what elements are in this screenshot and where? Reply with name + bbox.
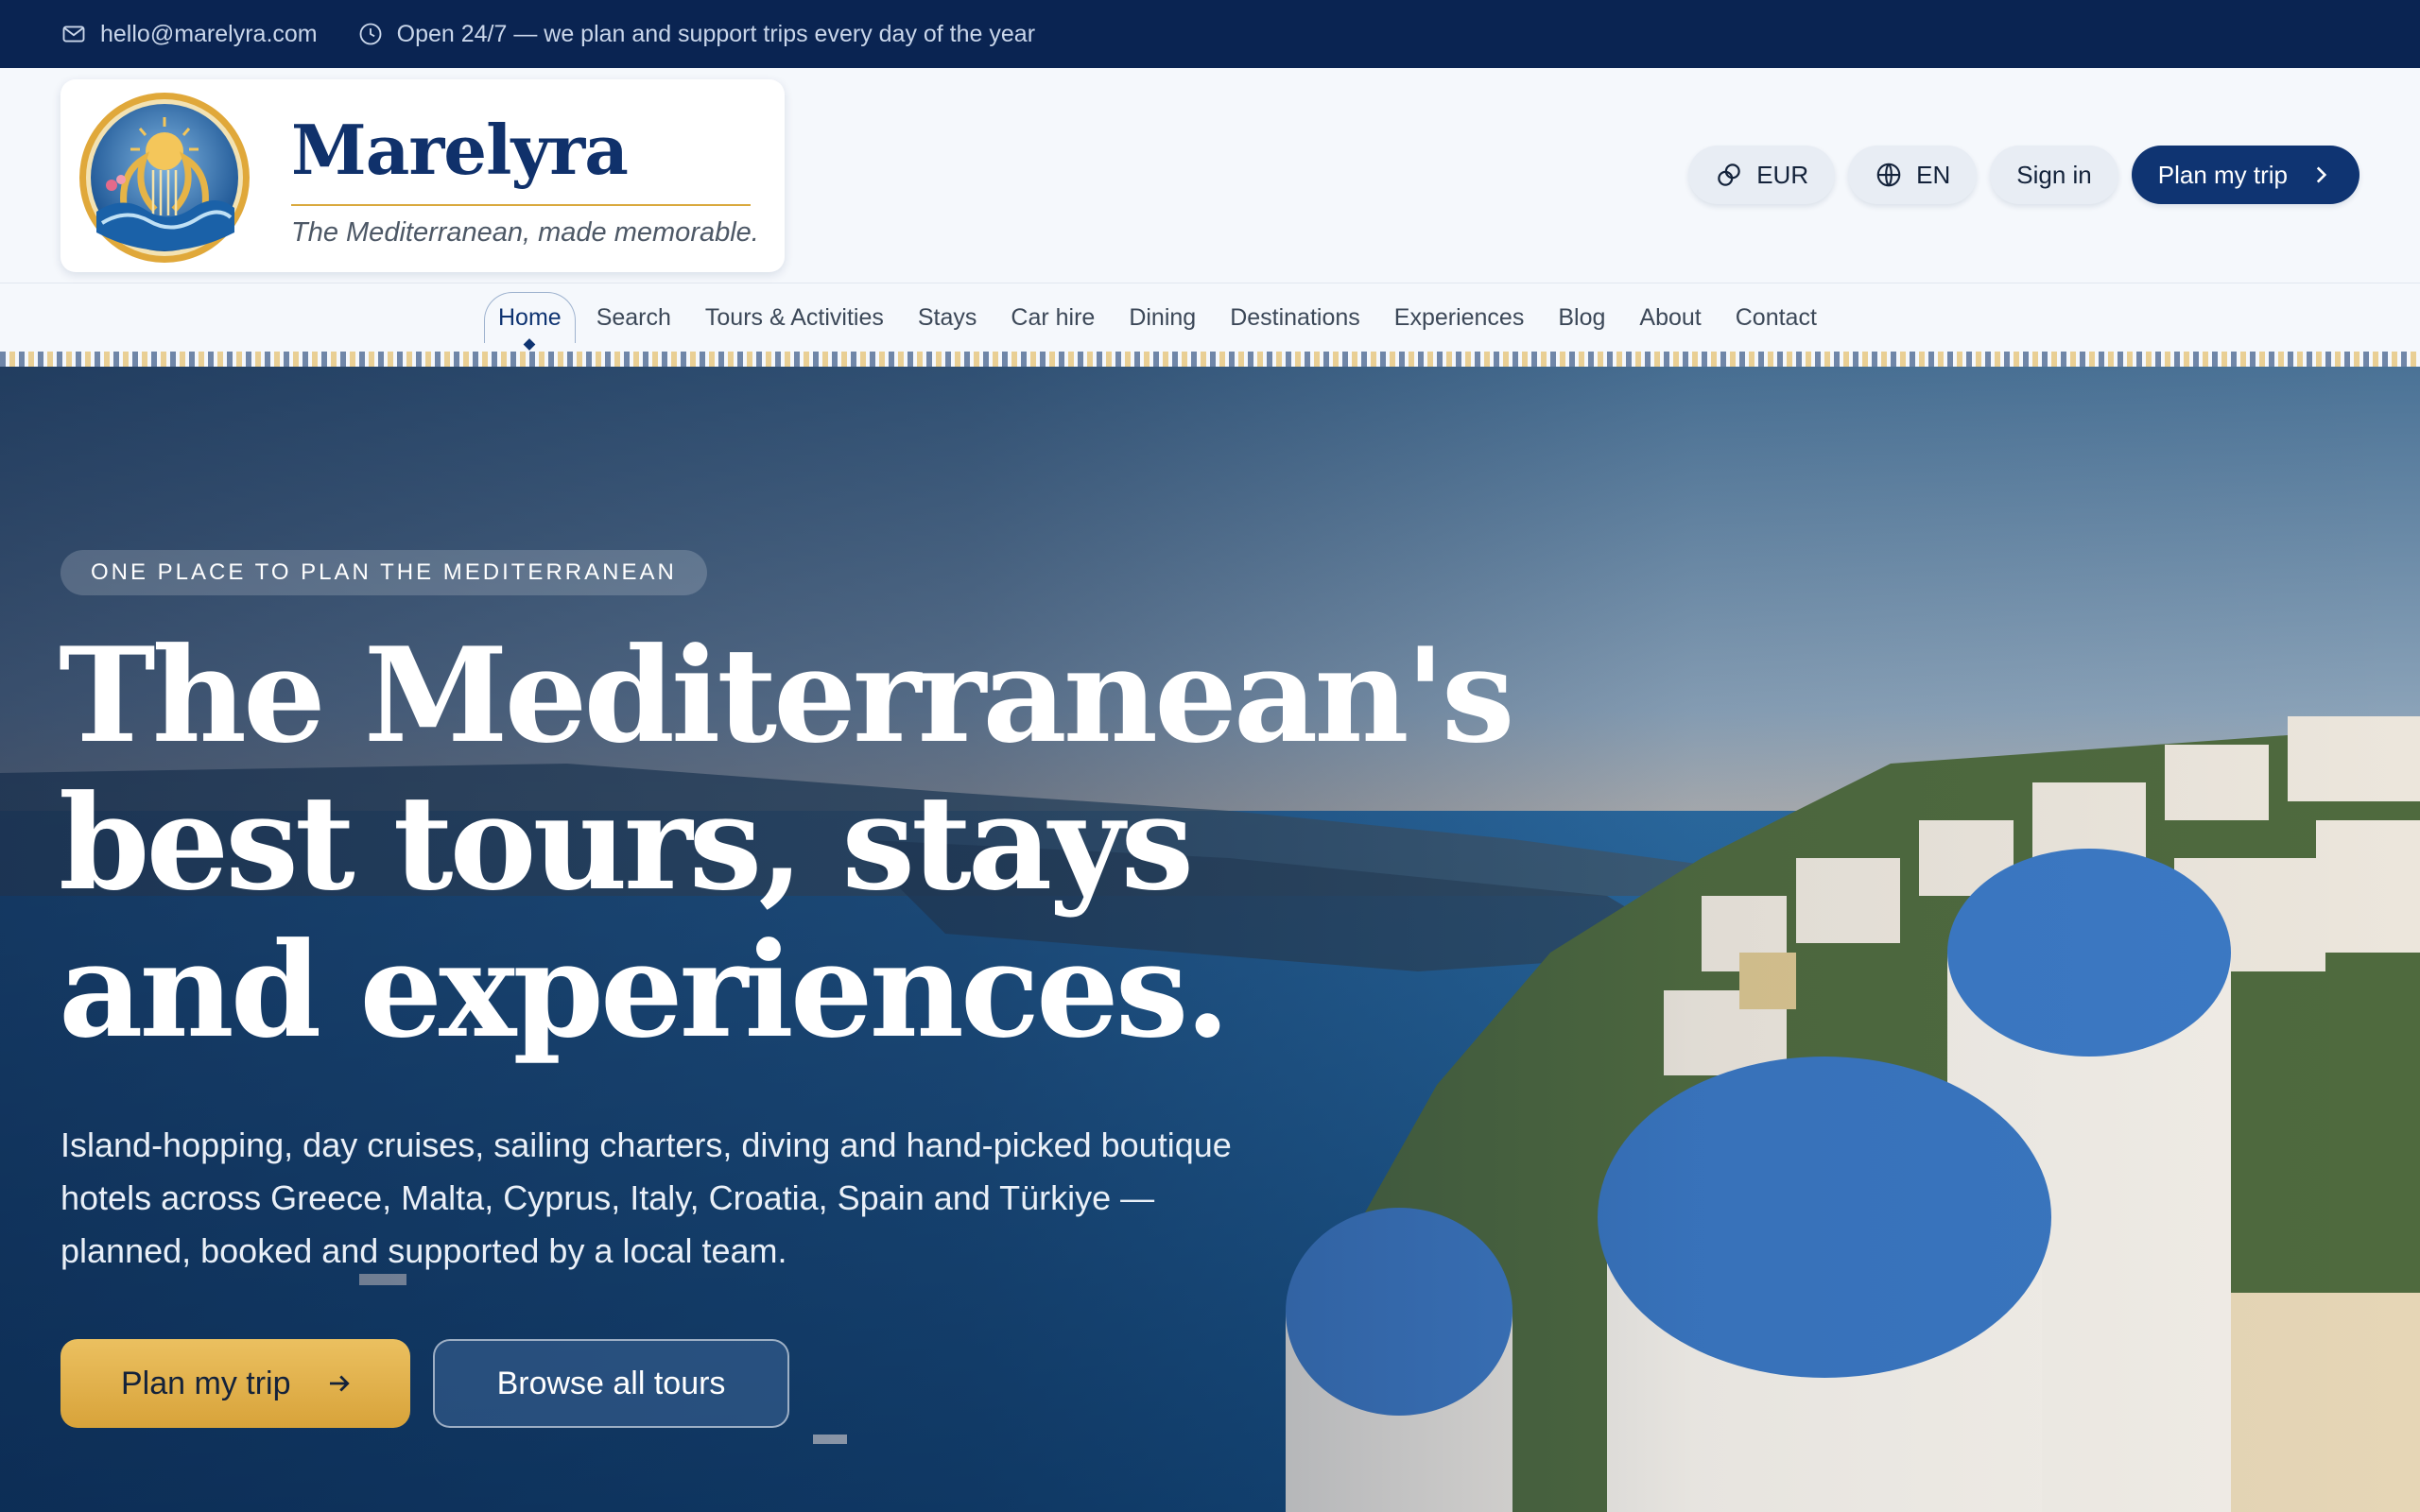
clock-icon: [357, 21, 384, 47]
contact-email[interactable]: hello@marelyra.com: [60, 21, 318, 48]
lede-line-2: hotels across Greece, Malta, Cyprus, Ita…: [60, 1178, 1155, 1217]
lede-line-3: planned, booked and supported by a local…: [60, 1231, 787, 1270]
brand-tagline: The Mediterranean, made memorable.: [291, 217, 759, 248]
hero-eyebrow: ONE PLACE TO PLAN THE MEDITERRANEAN: [60, 550, 707, 595]
currency-exchange-icon: [1715, 161, 1743, 189]
arrow-right-icon: [325, 1369, 354, 1398]
nav-experiences[interactable]: Experiences: [1394, 304, 1525, 332]
language-label: EN: [1916, 160, 1951, 189]
brand-logo[interactable]: [78, 91, 251, 265]
header-actions: EUR EN Sign in Plan my trip: [1675, 146, 2360, 204]
site-header: Marelyra The Mediterranean, made memorab…: [0, 68, 2420, 284]
nav-contact[interactable]: Contact: [1736, 304, 1817, 332]
lede-line-1: Island-hopping, day cruises, sailing cha…: [60, 1125, 1232, 1164]
nav-stays[interactable]: Stays: [918, 304, 977, 332]
brand-name[interactable]: Marelyra: [291, 110, 629, 190]
chevron-right-icon: [2308, 163, 2333, 187]
nav-search[interactable]: Search: [596, 304, 671, 332]
nav-home[interactable]: Home: [484, 292, 576, 343]
hours-text: Open 24/7 — we plan and support trips ev…: [396, 20, 1036, 47]
nav-car-hire[interactable]: Car hire: [1011, 304, 1095, 332]
plan-my-trip-label: Plan my trip: [2157, 160, 2288, 189]
plan-my-trip-header-button[interactable]: Plan my trip: [2131, 146, 2360, 204]
opening-hours: Open 24/7 — we plan and support trips ev…: [357, 21, 1035, 48]
headline-line-1: The Mediterranean's: [59, 618, 1515, 772]
language-selector[interactable]: EN: [1848, 146, 1978, 204]
headline-line-2: best tours, stays: [59, 765, 1194, 919]
nav-tours-activities[interactable]: Tours & Activities: [705, 304, 884, 332]
top-info-bar: hello@marelyra.com Open 24/7 — we plan a…: [0, 0, 2420, 68]
globe-icon: [1875, 161, 1903, 189]
plan-my-trip-hero-button[interactable]: Plan my trip: [60, 1339, 410, 1428]
nav-blog[interactable]: Blog: [1558, 304, 1605, 332]
browse-all-tours-button[interactable]: Browse all tours: [433, 1339, 789, 1428]
sign-in-button[interactable]: Sign in: [1990, 146, 2118, 204]
main-nav: Home Search Tours & Activities Stays Car…: [0, 284, 2420, 352]
email-text[interactable]: hello@marelyra.com: [100, 21, 318, 48]
currency-label: EUR: [1756, 160, 1809, 189]
nav-about[interactable]: About: [1639, 304, 1701, 332]
nav-dining[interactable]: Dining: [1129, 304, 1196, 332]
brand-divider: [291, 204, 751, 206]
brand-card[interactable]: Marelyra The Mediterranean, made memorab…: [60, 79, 785, 272]
nav-destinations[interactable]: Destinations: [1230, 304, 1360, 332]
headline-line-3: and experiences.: [59, 913, 1230, 1067]
decorative-stripe: [0, 352, 2420, 367]
nav-list: Home Search Tours & Activities Stays Car…: [484, 284, 1851, 352]
currency-selector[interactable]: EUR: [1688, 146, 1836, 204]
hero-description: Island-hopping, day cruises, sailing cha…: [60, 1119, 1384, 1278]
cta-primary-label: Plan my trip: [121, 1365, 291, 1401]
hero-headline: The Mediterranean's best tours, stays an…: [59, 618, 1515, 1067]
hero-section: ONE PLACE TO PLAN THE MEDITERRANEAN The …: [0, 367, 2420, 1512]
mail-icon: [60, 21, 87, 47]
